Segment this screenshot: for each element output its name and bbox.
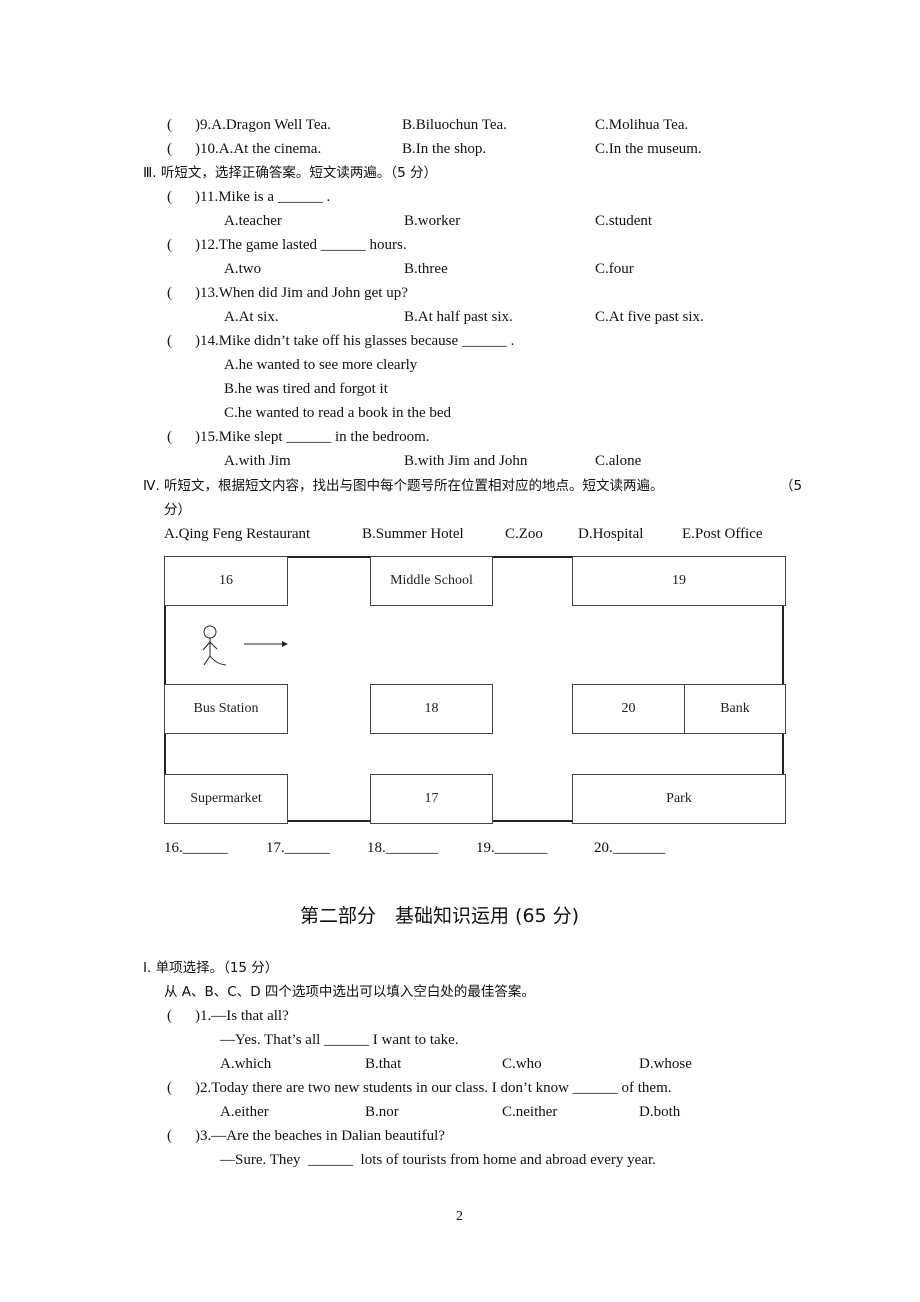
section-4-heading: Ⅳ. 听短文，根据短文内容，找出与图中每个题号所在位置相对应的地点。短文读两遍。 [143,478,664,494]
question-14-option-c: C.he wanted to read a book in the bed [224,405,452,421]
answer-blank-20: 20._______ [594,840,666,856]
answer-blank-16: 16.______ [164,840,228,856]
question-12-option-a: A.two [224,261,262,277]
map-block-17: 17 [370,774,493,824]
answer-blank-18: 18._______ [367,840,439,856]
answer-paren: ( [167,117,172,133]
mc-question-1-option-c: C.who [502,1056,542,1072]
place-option-a: A.Qing Feng Restaurant [164,526,311,542]
page-number: 2 [456,1209,463,1224]
mc-question-3-line2: —Sure. They ______ lots of tourists from… [220,1152,656,1168]
answer-blank-19: 19._______ [476,840,548,856]
question-10-option-b: B.In the shop. [402,141,487,157]
question-11-stem: )11.Mike is a ______ . [195,189,331,205]
part-2-instruction: 从 A、B、C、D 四个选项中选出可以填入空白处的最佳答案。 [164,984,535,1000]
map-block-16: 16 [164,556,288,606]
answer-paren: ( [167,429,172,445]
answer-paren: ( [167,333,172,349]
mc-question-3-stem: )3.—Are the beaches in Dalian beautiful? [195,1128,445,1144]
question-15-option-a: A.with Jim [224,453,291,469]
part-2-section-1-heading: Ⅰ. 单项选择。（15 分） [143,960,279,976]
section-4-heading-cont: 分） [164,502,191,518]
answer-paren: ( [167,189,172,205]
question-11-option-b: B.worker [404,213,461,229]
question-13-option-b: B.At half past six. [404,309,513,325]
section-3-heading: Ⅲ. 听短文，选择正确答案。短文读两遍。（5 分） [143,165,438,181]
mc-question-1-option-a: A.which [220,1056,272,1072]
mc-question-2-option-a: A.either [220,1104,269,1120]
mc-question-2-option-d: D.both [639,1104,681,1120]
question-14-option-b: B.he was tired and forgot it [224,381,388,397]
question-14-option-a: A.he wanted to see more clearly [224,357,418,373]
map-block-20: 20 [572,684,685,734]
answer-blank-17: 17.______ [266,840,330,856]
question-12-option-c: C.four [595,261,634,277]
mc-question-2-stem: )2.Today there are two new students in o… [195,1080,672,1096]
map-block-bank: Bank [684,684,786,734]
question-9-option-b: B.Biluochun Tea. [402,117,507,133]
mc-question-2-option-c: C.neither [502,1104,558,1120]
map-block-park: Park [572,774,786,824]
question-13-option-a: A.At six. [224,309,279,325]
question-12-option-b: B.three [404,261,448,277]
mc-question-1-option-b: B.that [365,1056,402,1072]
place-option-d: D.Hospital [578,526,644,542]
question-14-stem: )14.Mike didn’t take off his glasses bec… [195,333,515,349]
place-option-b: B.Summer Hotel [362,526,464,542]
mc-question-2-option-b: B.nor [365,1104,399,1120]
question-11-option-a: A.teacher [224,213,282,229]
answer-paren: ( [167,285,172,301]
map-block-middle-school: Middle School [370,556,493,606]
question-13-stem: )13.When did Jim and John get up? [195,285,408,301]
mc-question-1-line2: —Yes. That’s all ______ I want to take. [220,1032,459,1048]
section-4-score: （5 [780,478,803,494]
question-11-option-c: C.student [595,213,653,229]
mc-question-1-stem: )1.—Is that all? [195,1008,289,1024]
question-13-option-c: C.At five past six. [595,309,704,325]
answer-paren: ( [167,1080,172,1096]
answer-paren: ( [167,1128,172,1144]
map-block-18: 18 [370,684,493,734]
question-15-option-b: B.with Jim and John [404,453,528,469]
place-option-c: C.Zoo [505,526,543,542]
arrow-right-icon [244,641,288,647]
answer-paren: ( [167,141,172,157]
answer-paren: ( [167,1008,172,1024]
map-block-supermarket: Supermarket [164,774,288,824]
question-15-option-c: C.alone [595,453,642,469]
street-map: 16 Middle School 19 Bus Station 18 20 Ba… [164,556,786,824]
map-block-19: 19 [572,556,786,606]
part-2-title: 第二部分 基础知识运用 (65 分) [300,905,580,927]
question-9-option-c: C.Molihua Tea. [595,117,689,133]
question-9-stem: )9.A.Dragon Well Tea. [195,117,331,133]
question-15-stem: )15.Mike slept ______ in the bedroom. [195,429,430,445]
place-option-e: E.Post Office [682,526,763,542]
question-12-stem: )12.The game lasted ______ hours. [195,237,407,253]
answer-paren: ( [167,237,172,253]
question-10-stem: )10.A.At the cinema. [195,141,322,157]
question-10-option-c: C.In the museum. [595,141,702,157]
mc-question-1-option-d: D.whose [639,1056,692,1072]
map-block-bus-station: Bus Station [164,684,288,734]
